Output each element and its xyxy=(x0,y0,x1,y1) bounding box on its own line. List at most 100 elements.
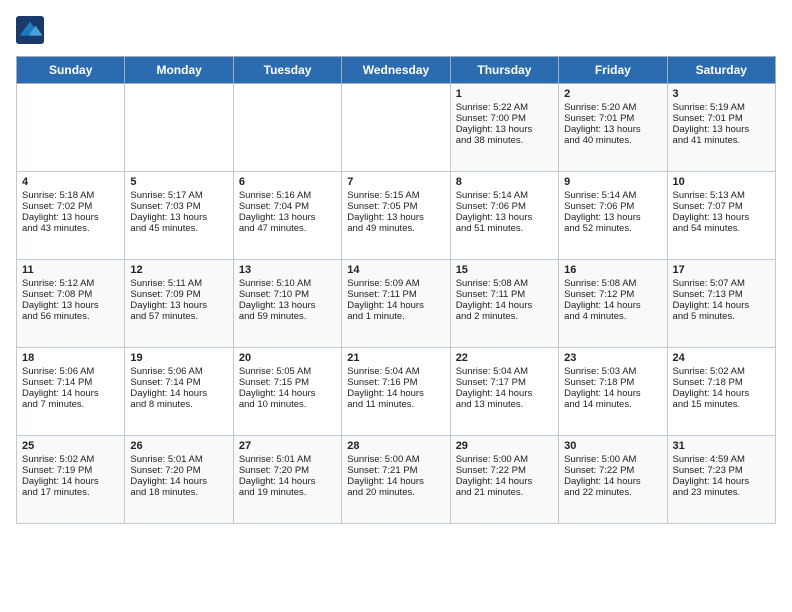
day-number: 14 xyxy=(347,264,444,276)
day-info: Sunrise: 5:00 AM xyxy=(347,454,444,465)
day-info: Daylight: 14 hours xyxy=(239,476,336,487)
day-info: Sunrise: 5:08 AM xyxy=(456,278,553,289)
day-info: Sunrise: 5:08 AM xyxy=(564,278,661,289)
calendar-cell: 9Sunrise: 5:14 AMSunset: 7:06 PMDaylight… xyxy=(559,172,667,260)
calendar-cell: 27Sunrise: 5:01 AMSunset: 7:20 PMDayligh… xyxy=(233,436,341,524)
day-number: 12 xyxy=(130,264,227,276)
day-info: Sunrise: 5:02 AM xyxy=(22,454,119,465)
day-info: Daylight: 13 hours xyxy=(673,212,770,223)
day-info: Sunrise: 5:04 AM xyxy=(456,366,553,377)
day-info: Sunrise: 5:15 AM xyxy=(347,190,444,201)
day-info: and 22 minutes. xyxy=(564,487,661,498)
day-number: 16 xyxy=(564,264,661,276)
day-info: and 7 minutes. xyxy=(22,399,119,410)
day-info: Daylight: 14 hours xyxy=(673,476,770,487)
day-info: Sunrise: 5:00 AM xyxy=(564,454,661,465)
weekday-header-sunday: Sunday xyxy=(17,57,125,84)
day-info: and 21 minutes. xyxy=(456,487,553,498)
day-info: Daylight: 13 hours xyxy=(456,124,553,135)
calendar-cell: 30Sunrise: 5:00 AMSunset: 7:22 PMDayligh… xyxy=(559,436,667,524)
day-info: Daylight: 14 hours xyxy=(673,388,770,399)
calendar-cell: 31Sunrise: 4:59 AMSunset: 7:23 PMDayligh… xyxy=(667,436,775,524)
day-info: Daylight: 13 hours xyxy=(456,212,553,223)
calendar-cell xyxy=(342,84,450,172)
calendar-cell: 1Sunrise: 5:22 AMSunset: 7:00 PMDaylight… xyxy=(450,84,558,172)
weekday-header-tuesday: Tuesday xyxy=(233,57,341,84)
day-info: Sunset: 7:23 PM xyxy=(673,465,770,476)
day-info: and 45 minutes. xyxy=(130,223,227,234)
day-info: Sunset: 7:22 PM xyxy=(564,465,661,476)
day-info: Daylight: 14 hours xyxy=(130,476,227,487)
day-info: Sunrise: 5:17 AM xyxy=(130,190,227,201)
day-info: and 1 minute. xyxy=(347,311,444,322)
day-number: 26 xyxy=(130,440,227,452)
calendar-cell: 2Sunrise: 5:20 AMSunset: 7:01 PMDaylight… xyxy=(559,84,667,172)
calendar-cell: 11Sunrise: 5:12 AMSunset: 7:08 PMDayligh… xyxy=(17,260,125,348)
day-info: Sunset: 7:11 PM xyxy=(347,289,444,300)
day-info: Sunrise: 5:05 AM xyxy=(239,366,336,377)
day-info: and 52 minutes. xyxy=(564,223,661,234)
day-info: Sunset: 7:14 PM xyxy=(22,377,119,388)
day-number: 28 xyxy=(347,440,444,452)
calendar-cell: 20Sunrise: 5:05 AMSunset: 7:15 PMDayligh… xyxy=(233,348,341,436)
day-info: Sunrise: 5:06 AM xyxy=(130,366,227,377)
day-info: Sunset: 7:20 PM xyxy=(130,465,227,476)
day-info: Sunrise: 5:00 AM xyxy=(456,454,553,465)
day-info: and 15 minutes. xyxy=(673,399,770,410)
day-info: Sunset: 7:06 PM xyxy=(564,201,661,212)
day-info: Daylight: 13 hours xyxy=(673,124,770,135)
day-number: 24 xyxy=(673,352,770,364)
calendar-cell: 21Sunrise: 5:04 AMSunset: 7:16 PMDayligh… xyxy=(342,348,450,436)
day-info: Daylight: 14 hours xyxy=(673,300,770,311)
day-info: Sunrise: 5:01 AM xyxy=(239,454,336,465)
day-info: Sunrise: 5:06 AM xyxy=(22,366,119,377)
calendar-cell: 13Sunrise: 5:10 AMSunset: 7:10 PMDayligh… xyxy=(233,260,341,348)
day-info: and 19 minutes. xyxy=(239,487,336,498)
day-info: and 54 minutes. xyxy=(673,223,770,234)
calendar-cell: 28Sunrise: 5:00 AMSunset: 7:21 PMDayligh… xyxy=(342,436,450,524)
day-info: Sunset: 7:18 PM xyxy=(673,377,770,388)
day-info: and 59 minutes. xyxy=(239,311,336,322)
weekday-header-monday: Monday xyxy=(125,57,233,84)
calendar-cell: 19Sunrise: 5:06 AMSunset: 7:14 PMDayligh… xyxy=(125,348,233,436)
day-info: Sunrise: 5:11 AM xyxy=(130,278,227,289)
day-number: 23 xyxy=(564,352,661,364)
calendar-cell: 12Sunrise: 5:11 AMSunset: 7:09 PMDayligh… xyxy=(125,260,233,348)
day-number: 20 xyxy=(239,352,336,364)
day-info: Daylight: 14 hours xyxy=(130,388,227,399)
day-info: Daylight: 14 hours xyxy=(564,388,661,399)
day-number: 4 xyxy=(22,176,119,188)
day-info: Sunset: 7:04 PM xyxy=(239,201,336,212)
day-number: 30 xyxy=(564,440,661,452)
day-number: 27 xyxy=(239,440,336,452)
calendar-cell: 15Sunrise: 5:08 AMSunset: 7:11 PMDayligh… xyxy=(450,260,558,348)
day-number: 13 xyxy=(239,264,336,276)
day-number: 8 xyxy=(456,176,553,188)
day-number: 9 xyxy=(564,176,661,188)
day-info: and 56 minutes. xyxy=(22,311,119,322)
day-info: Daylight: 13 hours xyxy=(130,212,227,223)
day-number: 3 xyxy=(673,88,770,100)
day-info: Sunrise: 5:12 AM xyxy=(22,278,119,289)
day-info: Sunrise: 5:02 AM xyxy=(673,366,770,377)
day-info: Sunset: 7:09 PM xyxy=(130,289,227,300)
weekday-header-thursday: Thursday xyxy=(450,57,558,84)
day-info: Daylight: 13 hours xyxy=(239,300,336,311)
day-number: 15 xyxy=(456,264,553,276)
day-number: 17 xyxy=(673,264,770,276)
day-info: and 11 minutes. xyxy=(347,399,444,410)
day-info: Sunset: 7:17 PM xyxy=(456,377,553,388)
day-info: Sunset: 7:07 PM xyxy=(673,201,770,212)
day-info: Sunrise: 5:03 AM xyxy=(564,366,661,377)
day-number: 7 xyxy=(347,176,444,188)
day-info: and 8 minutes. xyxy=(130,399,227,410)
day-info: Sunset: 7:06 PM xyxy=(456,201,553,212)
day-number: 10 xyxy=(673,176,770,188)
day-info: Daylight: 14 hours xyxy=(347,476,444,487)
page-header xyxy=(16,16,776,44)
day-number: 2 xyxy=(564,88,661,100)
day-number: 11 xyxy=(22,264,119,276)
day-number: 21 xyxy=(347,352,444,364)
day-info: and 23 minutes. xyxy=(673,487,770,498)
calendar-cell: 6Sunrise: 5:16 AMSunset: 7:04 PMDaylight… xyxy=(233,172,341,260)
